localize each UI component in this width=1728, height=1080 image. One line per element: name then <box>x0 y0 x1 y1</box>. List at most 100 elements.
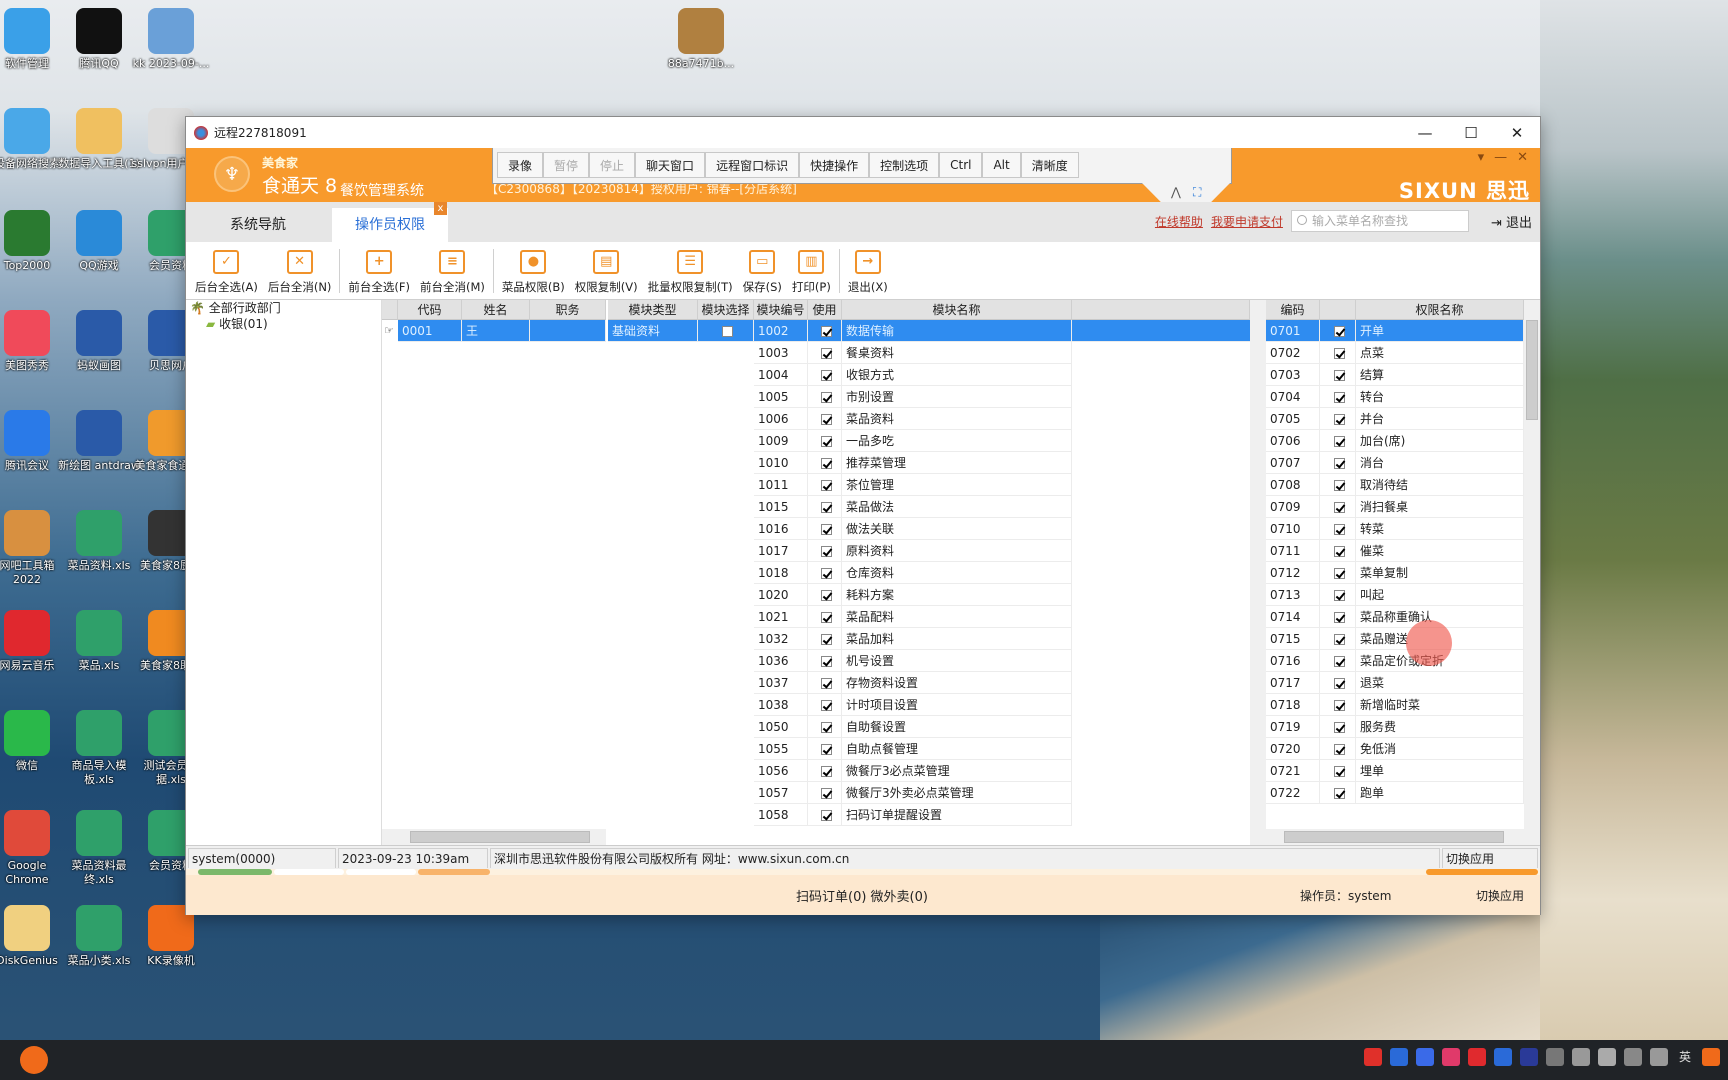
perm-checkbox[interactable] <box>1334 458 1345 469</box>
module-use-cell[interactable] <box>808 606 842 628</box>
apply-payment-link[interactable]: 我要申请支付 <box>1211 213 1283 230</box>
permission-row[interactable]: 0717 退菜 <box>1266 672 1524 694</box>
desktop-icon[interactable]: 蚂蚁画图 <box>58 310 140 373</box>
module-use-checkbox[interactable] <box>821 480 832 491</box>
module-grid-vscroll[interactable] <box>1250 300 1266 845</box>
perm-check-cell[interactable] <box>1320 738 1356 760</box>
module-row[interactable]: 1021 菜品配料 <box>754 606 1072 628</box>
module-use-checkbox[interactable] <box>821 414 832 425</box>
permission-row[interactable]: 0715 菜品赠送 <box>1266 628 1524 650</box>
module-row[interactable]: 1004 收银方式 <box>754 364 1072 386</box>
module-use-cell[interactable] <box>808 496 842 518</box>
module-use-checkbox[interactable] <box>821 700 832 711</box>
perm-checkbox[interactable] <box>1334 480 1345 491</box>
exit-button[interactable]: ⇥ 退出 <box>1491 212 1532 231</box>
module-use-cell[interactable] <box>808 694 842 716</box>
perm-check-cell[interactable] <box>1320 650 1356 672</box>
tray-ime-indicator[interactable]: 英 <box>1676 1048 1694 1066</box>
module-row[interactable]: 1050 自助餐设置 <box>754 716 1072 738</box>
tab-operator-permissions[interactable]: 操作员权限 <box>332 208 448 242</box>
module-use-cell[interactable] <box>808 320 842 342</box>
perm-checkbox[interactable] <box>1334 524 1345 535</box>
perm-check-cell[interactable] <box>1320 474 1356 496</box>
module-row[interactable]: 1057 微餐厅3外卖必点菜管理 <box>754 782 1072 804</box>
desktop-icon[interactable]: 腾讯QQ <box>58 8 140 71</box>
perm-check-cell[interactable] <box>1320 694 1356 716</box>
perm-grid-hscroll[interactable] <box>1266 829 1524 845</box>
module-row[interactable]: 1036 机号设置 <box>754 650 1072 672</box>
col-header-perm-name[interactable]: 权限名称 <box>1356 300 1524 320</box>
module-row[interactable]: 1020 耗料方案 <box>754 584 1072 606</box>
perm-check-cell[interactable] <box>1320 584 1356 606</box>
remote-btn-8[interactable]: Alt <box>982 152 1021 178</box>
tray-ime-icon[interactable] <box>1520 1048 1538 1066</box>
operator-grid-hscroll[interactable] <box>382 829 606 845</box>
close-button[interactable]: ✕ <box>1494 124 1540 142</box>
perm-checkbox[interactable] <box>1334 700 1345 711</box>
perm-check-cell[interactable] <box>1320 540 1356 562</box>
perm-check-cell[interactable] <box>1320 342 1356 364</box>
module-use-checkbox[interactable] <box>821 458 832 469</box>
module-use-cell[interactable] <box>808 562 842 584</box>
perm-checkbox[interactable] <box>1334 502 1345 513</box>
module-use-cell[interactable] <box>808 628 842 650</box>
tray-sogou-icon[interactable] <box>1494 1048 1512 1066</box>
module-use-checkbox[interactable] <box>821 810 832 821</box>
module-use-cell[interactable] <box>808 474 842 496</box>
col-header-use[interactable]: 使用 <box>808 300 842 320</box>
permission-row[interactable]: 0718 新增临时菜 <box>1266 694 1524 716</box>
col-header-code[interactable]: 代码 <box>398 300 462 320</box>
desktop-icon[interactable]: 数据导入工具(1) <box>58 108 140 171</box>
desktop-icon[interactable]: QQ游戏 <box>58 210 140 273</box>
module-row[interactable]: 1016 做法关联 <box>754 518 1072 540</box>
perm-checkbox[interactable] <box>1334 370 1345 381</box>
tray-network-icon[interactable] <box>1546 1048 1564 1066</box>
module-use-cell[interactable] <box>808 540 842 562</box>
perm-grid-vscroll[interactable] <box>1524 300 1540 845</box>
tray-monitor-icon[interactable] <box>1624 1048 1642 1066</box>
col-header-module-select[interactable]: 模块选择 <box>698 300 754 320</box>
col-header-blank[interactable] <box>1072 300 1250 320</box>
module-use-checkbox[interactable] <box>821 590 832 601</box>
desktop-icon[interactable]: 菜品.xls <box>58 610 140 673</box>
tray-mic-icon[interactable] <box>1598 1048 1616 1066</box>
perm-check-cell[interactable] <box>1320 628 1356 650</box>
permission-row[interactable]: 0722 跑单 <box>1266 782 1524 804</box>
perm-check-cell[interactable] <box>1320 606 1356 628</box>
desktop-icon[interactable]: 菜品资料.xls <box>58 510 140 573</box>
permission-row[interactable]: 0707 消台 <box>1266 452 1524 474</box>
perm-checkbox[interactable] <box>1334 392 1345 403</box>
permission-row[interactable]: 0716 菜品定价或定折 <box>1266 650 1524 672</box>
module-row[interactable]: 1018 仓库资料 <box>754 562 1072 584</box>
menu-down-icon[interactable]: ▾ <box>1478 150 1485 165</box>
module-use-cell[interactable] <box>808 386 842 408</box>
operator-hscroll-thumb[interactable] <box>410 831 590 843</box>
module-use-cell[interactable] <box>808 430 842 452</box>
tray-usb-icon[interactable] <box>1572 1048 1590 1066</box>
module-use-checkbox[interactable] <box>821 612 832 623</box>
remote-btn-6[interactable]: 控制选项 <box>869 152 940 178</box>
permission-row[interactable]: 0703 结算 <box>1266 364 1524 386</box>
status-switch-app[interactable]: 切换应用 <box>1442 848 1538 868</box>
module-row[interactable]: 1037 存物资料设置 <box>754 672 1072 694</box>
module-use-checkbox[interactable] <box>821 546 832 557</box>
perm-checkbox[interactable] <box>1334 436 1345 447</box>
module-row[interactable]: 1055 自助点餐管理 <box>754 738 1072 760</box>
operator-row[interactable]: 0001 王 <box>398 320 606 342</box>
col-header-perm-code[interactable]: 编码 <box>1266 300 1320 320</box>
module-use-checkbox[interactable] <box>821 568 832 579</box>
perm-check-cell[interactable] <box>1320 452 1356 474</box>
module-use-checkbox[interactable] <box>821 788 832 799</box>
module-use-cell[interactable] <box>808 650 842 672</box>
remote-btn-4[interactable]: 远程窗口标识 <box>705 152 800 178</box>
module-row[interactable]: 1010 推荐菜管理 <box>754 452 1072 474</box>
perm-checkbox[interactable] <box>1334 414 1345 425</box>
desktop-icon[interactable]: 新绘图 antdraw <box>58 410 140 473</box>
tree-root[interactable]: 🌴 全部行政部门 <box>186 300 381 316</box>
fullscreen-icon[interactable]: ⛶ <box>1193 185 1201 200</box>
module-select-cell[interactable] <box>698 320 754 342</box>
module-use-cell[interactable] <box>808 738 842 760</box>
toolbar-button-front-deselect[interactable]: ≡ 前台全消(M) <box>415 250 490 299</box>
toolbar-button-front-select[interactable]: + 前台全选(F) <box>343 250 415 299</box>
module-row[interactable]: 1015 菜品做法 <box>754 496 1072 518</box>
